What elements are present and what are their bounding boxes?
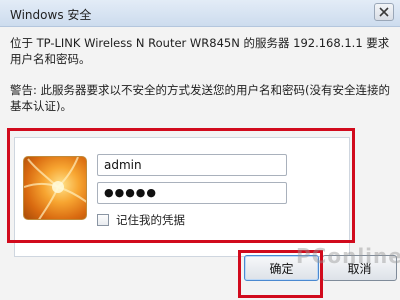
window-title: Windows 安全 <box>10 8 92 22</box>
title-bar: Windows 安全 <box>0 0 400 27</box>
password-field[interactable]: ●●●●● <box>97 182 287 204</box>
ok-button[interactable]: 确定 <box>244 255 319 281</box>
security-warning: 警告: 此服务器要求以不安全的方式发送您的用户名和密码(没有安全连接的基本认证)… <box>10 83 391 113</box>
remember-label: 记住我的凭据 <box>116 213 185 227</box>
server-message: 位于 TP-LINK Wireless N Router WR845N 的服务器… <box>10 36 390 66</box>
cancel-button[interactable]: 取消 <box>322 255 397 281</box>
close-icon <box>379 7 389 17</box>
credential-panel: admin ●●●●● 记住我的凭据 <box>14 137 350 257</box>
remember-checkbox[interactable] <box>97 214 109 226</box>
remember-credentials[interactable]: 记住我的凭据 <box>97 212 185 228</box>
username-field[interactable]: admin <box>97 154 287 176</box>
close-button[interactable] <box>374 3 394 21</box>
user-avatar-icon <box>23 156 87 220</box>
